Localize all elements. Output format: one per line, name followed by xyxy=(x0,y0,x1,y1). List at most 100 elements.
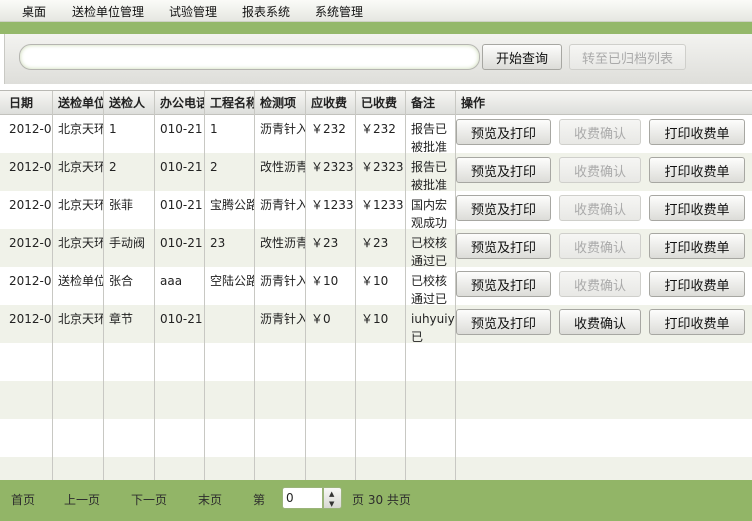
pager-first-link[interactable]: 首页 xyxy=(11,491,35,508)
row-note: iuhyuiyuiy已 xyxy=(411,312,455,343)
top-menu-bar: 桌面 送检单位管理 试验管理 报表系统 系统管理 xyxy=(0,0,752,22)
pager-last-link[interactable]: 末页 xyxy=(198,491,222,508)
column-divider xyxy=(405,91,406,480)
pager-page-prefix: 第 xyxy=(253,493,266,507)
pager-next-link[interactable]: 下一页 xyxy=(131,491,167,508)
preview-print-button[interactable]: 预览及打印 xyxy=(456,271,551,297)
column-divider xyxy=(103,91,104,480)
row-date: 2012-0 xyxy=(9,160,52,174)
menu-report-system[interactable]: 报表系统 xyxy=(242,3,290,20)
header-item[interactable]: 检测项 xyxy=(254,91,305,115)
header-actions: 操作 xyxy=(461,96,486,110)
header-note[interactable]: 备注 xyxy=(405,91,455,115)
row-unit: 送检单位 xyxy=(58,274,103,288)
table-row[interactable]: 2012-0 北京天环章节 010-21 沥青针入 ￥0 ￥10 iuhyuiyuiy已预览… xyxy=(0,305,752,343)
row-person: 手动阀 xyxy=(109,236,146,250)
row-paid: ￥1233 xyxy=(361,198,404,212)
start-query-button[interactable]: 开始查询 xyxy=(482,44,562,70)
table-header: 日期 送检单位 送检人 办公电话 工程名称 检测项 应收费 已收费 备注 操作 xyxy=(0,91,752,115)
header-unit[interactable]: 送检单位 xyxy=(52,91,103,115)
fee-confirm-button[interactable]: 收费确认 xyxy=(559,157,641,183)
row-paid: ￥10 xyxy=(361,312,389,326)
row-phone: 010-21 xyxy=(160,160,203,174)
print-receipt-button[interactable]: 打印收费单 xyxy=(649,271,745,297)
row-due: ￥232 xyxy=(311,122,346,136)
row-note: 已校核通过已 xyxy=(411,236,448,267)
row-person: 1 xyxy=(109,122,117,136)
table-row[interactable]: 2012-0 北京天环 1 010-21 1 沥青针入 ￥232 ￥232 报告已被批准 预览及打… xyxy=(0,115,752,153)
table-row[interactable]: 2012-0 北京天环 2 010-21 2 改性沥青 ￥2323 ￥2323 报告已被批准 预览… xyxy=(0,153,752,191)
print-receipt-button[interactable]: 打印收费单 xyxy=(649,309,745,335)
row-date: 2012-0 xyxy=(9,312,52,326)
print-receipt-button[interactable]: 打印收费单 xyxy=(649,119,745,145)
row-phone: 010-21 xyxy=(160,198,203,212)
preview-print-button[interactable]: 预览及打印 xyxy=(456,195,551,221)
row-item: 沥青针入 xyxy=(260,274,305,288)
row-item: 沥青针入 xyxy=(260,312,305,326)
page-stepper[interactable]: ▲ ▼ xyxy=(323,487,342,509)
pager-prev-link[interactable]: 上一页 xyxy=(64,491,100,508)
empty-table-row xyxy=(0,343,752,381)
row-unit: 北京天环 xyxy=(58,198,103,212)
row-project: 空陆公路 xyxy=(210,274,254,288)
row-due: ￥10 xyxy=(311,274,339,288)
header-due[interactable]: 应收费 xyxy=(305,91,355,115)
page-number-input[interactable]: 0 xyxy=(282,487,323,509)
pager-bar: 首页 上一页 下一页 末页 第 0 ▲ ▼ 页 30 共页 xyxy=(0,480,752,521)
table-row[interactable]: 2012-0 送检单位 张合 aaa 空陆公路 沥青针入 ￥10 ￥10 已校核通过已 预览及打印… xyxy=(0,267,752,305)
menu-unit-management[interactable]: 送检单位管理 xyxy=(72,3,144,20)
row-project: 1 xyxy=(210,122,218,136)
print-receipt-button[interactable]: 打印收费单 xyxy=(649,157,745,183)
row-note: 报告已被批准 xyxy=(411,122,448,153)
row-item: 沥青针入 xyxy=(260,122,305,136)
header-person[interactable]: 送检人 xyxy=(103,91,154,115)
header-phone[interactable]: 办公电话 xyxy=(154,91,204,115)
fee-confirm-button[interactable]: 收费确认 xyxy=(559,309,641,335)
row-item: 改性沥青 xyxy=(260,160,305,174)
fee-confirm-button[interactable]: 收费确认 xyxy=(559,195,641,221)
row-note: 已校核通过已 xyxy=(411,274,448,305)
stepper-down-icon[interactable]: ▼ xyxy=(329,500,334,508)
row-paid: ￥23 xyxy=(361,236,389,250)
archive-list-button[interactable]: 转至已归档列表 xyxy=(569,44,686,70)
preview-print-button[interactable]: 预览及打印 xyxy=(456,233,551,259)
column-divider xyxy=(154,91,155,480)
print-receipt-button[interactable]: 打印收费单 xyxy=(649,233,745,259)
row-paid: ￥232 xyxy=(361,122,396,136)
row-phone: 010-21 xyxy=(160,122,203,136)
row-date: 2012-0 xyxy=(9,274,52,288)
row-project: 23 xyxy=(210,236,226,250)
row-paid: ￥10 xyxy=(361,274,389,288)
table-row[interactable]: 2012-0 北京天环 手动阀 010-21 23 改性沥青 ￥23 ￥23 已校核通过已 预览及… xyxy=(0,229,752,267)
empty-table-row xyxy=(0,457,752,480)
row-person: 2 xyxy=(109,160,117,174)
row-due: ￥1233 xyxy=(311,198,354,212)
preview-print-button[interactable]: 预览及打印 xyxy=(456,157,551,183)
search-input[interactable] xyxy=(20,45,479,69)
row-project: 2 xyxy=(210,160,218,174)
preview-print-button[interactable]: 预览及打印 xyxy=(456,119,551,145)
column-divider xyxy=(355,91,356,480)
table-row[interactable]: 2012-0 北京天环 张菲 010-21 宝腾公路 沥青针入 ￥1233 ￥1233 国内宏观… xyxy=(0,191,752,229)
row-date: 2012-0 xyxy=(9,198,52,212)
header-paid[interactable]: 已收费 xyxy=(355,91,405,115)
fee-confirm-button[interactable]: 收费确认 xyxy=(559,233,641,259)
row-item: 改性沥青 xyxy=(260,236,305,250)
menu-system-management[interactable]: 系统管理 xyxy=(315,3,363,20)
preview-print-button[interactable]: 预览及打印 xyxy=(456,309,551,335)
row-unit: 北京天环 xyxy=(58,312,103,326)
header-date[interactable]: 日期 xyxy=(3,91,52,115)
print-receipt-button[interactable]: 打印收费单 xyxy=(649,195,745,221)
header-project[interactable]: 工程名称 xyxy=(204,91,254,115)
row-phone: 010-21 xyxy=(160,312,203,326)
row-person: 张合 xyxy=(109,274,134,288)
fee-confirm-button[interactable]: 收费确认 xyxy=(559,119,641,145)
column-divider xyxy=(204,91,205,480)
row-phone: 010-21 xyxy=(160,236,203,250)
fee-confirm-button[interactable]: 收费确认 xyxy=(559,271,641,297)
stepper-up-icon[interactable]: ▲ xyxy=(329,490,334,498)
row-due: ￥0 xyxy=(311,312,331,326)
menu-test-management[interactable]: 试验管理 xyxy=(169,3,217,20)
menu-desktop[interactable]: 桌面 xyxy=(22,3,46,20)
row-unit: 北京天环 xyxy=(58,122,103,136)
